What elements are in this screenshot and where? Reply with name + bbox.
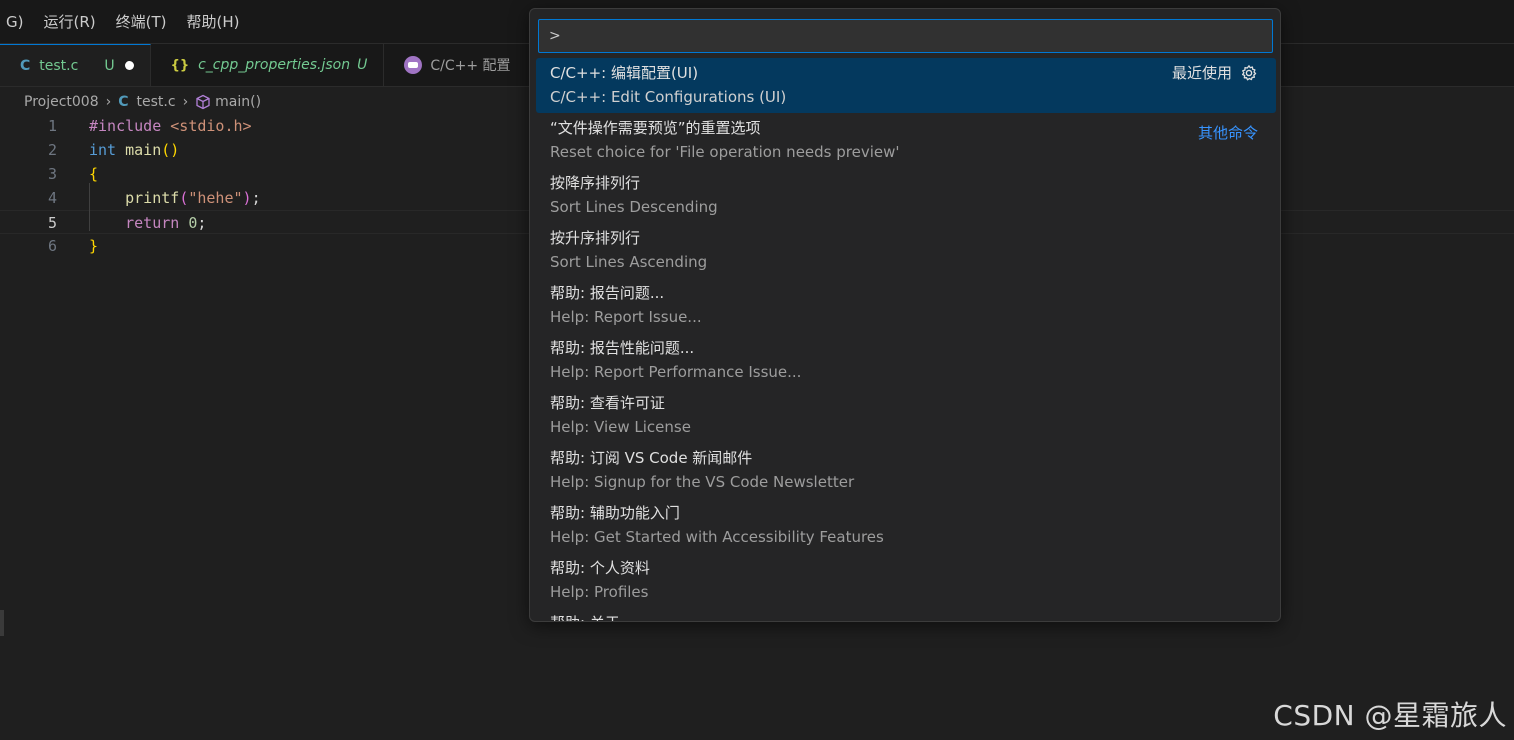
line-number: 5 (47, 214, 57, 232)
chevron-right-icon: › (182, 94, 189, 110)
tab-label: C/C++ 配置 (430, 58, 511, 74)
command-sublabel: Help: Get Started with Accessibility Fea… (550, 528, 884, 546)
command-sublabel: C/C++: Edit Configurations (UI) (550, 88, 787, 106)
git-status-badge: U (104, 57, 115, 74)
command-sublabel: Help: Profiles (550, 583, 649, 601)
command-item[interactable]: 帮助: 辅助功能入门 Help: Get Started with Access… (536, 498, 1276, 553)
command-label: C/C++: 编辑配置(UI) (550, 64, 699, 82)
breadcrumb-symbol[interactable]: main() (215, 94, 261, 110)
token-brace: { (89, 165, 99, 183)
token-include-header: <stdio.h> (170, 117, 252, 135)
c-file-icon: C (118, 94, 129, 110)
line-number: 6 (47, 237, 57, 255)
token-function: main (125, 141, 162, 159)
code-text: { (89, 162, 98, 186)
tab-label: c_cpp_properties.json (198, 57, 351, 73)
command-label: 帮助: 订阅 VS Code 新闻邮件 (550, 449, 753, 467)
command-sublabel: Help: Report Performance Issue... (550, 363, 802, 381)
command-item[interactable]: 帮助: 报告问题... Help: Report Issue... (536, 278, 1276, 333)
symbol-method-icon (195, 94, 211, 110)
line-number: 1 (47, 117, 57, 135)
git-status-badge: U (357, 57, 368, 73)
token-keyword: return (125, 214, 180, 232)
tab-c-cpp-properties[interactable]: {} c_cpp_properties.json U (151, 44, 385, 86)
command-label: “文件操作需要预览”的重置选项 (550, 119, 761, 137)
csdn-watermark: CSDN @星霜旅人 (1273, 699, 1507, 732)
breadcrumb-file[interactable]: test.c (137, 94, 176, 110)
breadcrumb: Project008 › C test.c › main() (24, 91, 261, 113)
command-palette-input[interactable] (538, 19, 1273, 53)
menu-help[interactable]: 帮助(H) (177, 11, 250, 32)
gear-icon[interactable] (1240, 64, 1258, 82)
line-number: 3 (47, 165, 57, 183)
other-commands-link[interactable]: 其他命令 (1198, 122, 1258, 143)
chevron-right-icon: › (105, 94, 112, 110)
command-label: 帮助: 报告性能问题... (550, 339, 695, 357)
command-sublabel: Sort Lines Descending (550, 198, 718, 216)
command-label: 帮助: 查看许可证 (550, 394, 665, 412)
indent-guide (89, 183, 90, 231)
command-sublabel: Help: View License (550, 418, 691, 436)
command-label: 按降序排列行 (550, 174, 641, 192)
token-paren: ( (179, 189, 189, 207)
command-label: 帮助: 报告问题... (550, 284, 665, 302)
tab-test-c[interactable]: C test.c U (0, 44, 151, 86)
token-function: printf (125, 189, 180, 207)
token-brace: } (89, 237, 99, 255)
command-list: C/C++: 编辑配置(UI) C/C++: Edit Configuratio… (530, 58, 1280, 621)
token-semicolon: ; (197, 214, 207, 232)
tab-cpp-config[interactable]: C/C++ 配置 (384, 44, 552, 86)
command-label: 帮助: 关于 (550, 612, 620, 621)
command-sublabel: Reset choice for 'File operation needs p… (550, 143, 900, 161)
code-text: printf("hehe"); (89, 186, 261, 210)
code-text: int main() (89, 138, 179, 162)
command-item[interactable]: 帮助: 关于 (536, 608, 1276, 621)
menu-run[interactable]: 运行(R) (33, 11, 105, 32)
token-string: "hehe" (188, 189, 243, 207)
line-number: 4 (47, 189, 57, 207)
command-item[interactable]: 按升序排列行 Sort Lines Ascending (536, 223, 1276, 278)
c-file-icon: C (20, 57, 31, 74)
command-label: 帮助: 辅助功能入门 (550, 504, 680, 522)
command-label: 按升序排列行 (550, 229, 641, 247)
token-semicolon: ; (251, 189, 261, 207)
command-item[interactable]: 帮助: 查看许可证 Help: View License (536, 388, 1276, 443)
line-number: 2 (47, 141, 57, 159)
command-label: 帮助: 个人资料 (550, 559, 650, 577)
command-palette: C/C++: 编辑配置(UI) C/C++: Edit Configuratio… (529, 8, 1281, 622)
breadcrumb-folder[interactable]: Project008 (24, 94, 99, 110)
command-item[interactable]: “文件操作需要预览”的重置选项 Reset choice for 'File o… (536, 113, 1276, 168)
scrollbar-marker[interactable] (0, 610, 4, 636)
command-item[interactable]: 按降序排列行 Sort Lines Descending (536, 168, 1276, 223)
code-text: return 0; (89, 211, 206, 235)
command-sublabel: Help: Report Issue... (550, 308, 702, 326)
command-item[interactable]: 帮助: 订阅 VS Code 新闻邮件 Help: Signup for the… (536, 443, 1276, 498)
command-item[interactable]: 帮助: 报告性能问题... Help: Report Performance I… (536, 333, 1276, 388)
menu-terminal[interactable]: 终端(T) (106, 11, 177, 32)
token-type: int (89, 141, 117, 159)
token-preprocessor: #include (89, 117, 162, 135)
command-sublabel: Sort Lines Ascending (550, 253, 708, 271)
unsaved-dot-icon[interactable] (124, 61, 134, 70)
json-file-icon: {} (170, 57, 190, 73)
command-item[interactable]: 帮助: 个人资料 Help: Profiles (536, 553, 1276, 608)
cpp-extension-icon (404, 56, 423, 74)
recently-used-badge: 最近使用 (1172, 62, 1258, 83)
menu-debug[interactable]: G) (0, 13, 33, 31)
command-sublabel: Help: Signup for the VS Code Newsletter (550, 473, 855, 491)
code-text: #include <stdio.h> (89, 114, 252, 138)
token-parens: () (161, 141, 180, 159)
token-paren: ) (242, 189, 252, 207)
tab-label: test.c (39, 57, 79, 74)
recently-used-label: 最近使用 (1171, 64, 1232, 82)
command-item-selected[interactable]: C/C++: 编辑配置(UI) C/C++: Edit Configuratio… (536, 58, 1276, 113)
code-text: } (89, 234, 98, 258)
